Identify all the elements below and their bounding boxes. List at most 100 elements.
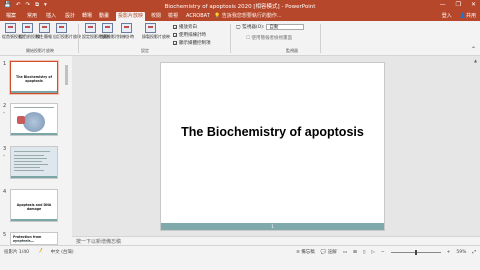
presenter-view-checkbox[interactable]: ☐ 使用簡報者檢視畫面 [246,35,292,41]
group-label-setup: 設定 [141,48,149,53]
share-button[interactable]: 👤共用 [460,12,476,19]
monitor-dropdown[interactable]: 自動 [266,24,305,30]
thumbnail-text-line [14,164,48,165]
thumbnail-text-line [14,151,50,152]
group-separator [78,24,79,53]
cell-diagram-image [23,112,45,132]
tab-file[interactable]: 檔案 [4,12,18,21]
notes-pane[interactable]: 按一下以新增備忘稿 [72,236,480,245]
thumbnail-title: Apoptosis and DNA damage [16,203,52,211]
normal-view-icon[interactable]: ▭ [343,250,347,255]
slide-title[interactable]: The Biochemistry of apoptosis [161,125,384,139]
from-beginning-label: 從首張投影片 [2,34,26,39]
tab-slideshow[interactable]: 投影片放映 [116,12,146,21]
thumbnail-heading-line [14,107,54,108]
scrollbar-thumb[interactable] [65,65,68,85]
title-bar: 💾 ↶ ↷ ⧉ ▾ Biochemistry of apoptosis 2020… [0,0,480,11]
show-media-controls-label: 顯示媒體控制項 [179,41,211,46]
zoom-level[interactable]: 59% [456,250,466,255]
tab-review[interactable]: 校閱 [149,12,163,21]
tab-acrobat[interactable]: ACROBAT [184,12,212,21]
monitor-label: 監視器(O): [242,25,265,30]
hide-slide-button[interactable]: 隱藏投影片 [99,23,119,39]
thumbnail-title: The Biochemistry of apoptosis [16,75,52,83]
thumbnail-footer-bar [11,219,57,221]
login-link[interactable]: 登入 [442,12,452,19]
fit-slide-icon[interactable]: ⤢ [472,249,476,255]
record-slideshow-button[interactable]: 錄製投影片放映 [142,23,170,39]
rehearse-timings-icon [120,23,132,33]
present-online-label: 線上簡報 [36,34,52,39]
thumbnail-text-line [14,167,40,168]
tab-transitions[interactable]: 轉場 [80,12,94,21]
slide-number: 5 [3,232,7,238]
slide-thumbnail[interactable]: The Biochemistry of apoptosis [10,61,58,94]
present-online-button[interactable]: 線上簡報 [36,23,52,39]
tab-home[interactable]: 常用 [25,12,39,21]
scroll-up-icon[interactable]: ▲ [473,58,478,63]
editor-scrollbar[interactable]: ▲ ▼ [473,58,478,241]
thumbnail-text-line [14,241,34,242]
custom-slideshow-icon [55,23,67,33]
close-icon[interactable]: ✕ [471,1,476,8]
notes-button[interactable]: ≡ 備忘稿 [296,249,315,255]
minimize-icon[interactable]: — [440,1,446,8]
ribbon: 從首張投影片 從目前投影片 線上簡報 自訂投影片放映 開始投影片放映 設定投影片… [0,21,480,56]
slide-counter: 投影片 1/40 [4,250,30,255]
custom-slideshow-button[interactable]: 自訂投影片放映 [53,23,81,39]
slide-page-number: 1 [271,224,274,229]
slide-thumbnail[interactable]: Protection from apoptosis [10,232,58,245]
current-slide[interactable]: The Biochemistry of apoptosis 1 [160,62,385,231]
play-narrations-checkbox[interactable]: ✓ 播放旁白 [173,24,197,30]
thumbnails-scrollbar[interactable] [64,60,69,240]
checkbox-box: ✓ [173,41,178,46]
from-beginning-button[interactable]: 從首張投影片 [2,23,26,39]
group-label-start-slideshow: 開始投影片放映 [26,48,54,53]
reading-view-icon[interactable]: ▯ [363,250,365,255]
setup-slideshow-icon [84,23,96,33]
setup-slideshow-button[interactable]: 設定投影片放映 [82,23,110,39]
tab-animations[interactable]: 動畫 [97,12,111,21]
record-slideshow-icon [144,23,156,33]
show-media-controls-checkbox[interactable]: ✓ 顯示媒體控制項 [173,40,211,46]
tell-me-label: 告訴我您想要執行的動作... [221,13,282,19]
restore-icon[interactable]: ❐ [456,1,461,8]
zoom-in-icon[interactable]: + [447,250,451,255]
rehearse-timings-button[interactable]: 排練計時 [118,23,134,39]
zoom-out-icon[interactable]: − [381,250,385,255]
record-slideshow-label: 錄製投影片放映 [142,34,170,39]
zoom-slider[interactable] [390,249,441,255]
from-current-button[interactable]: 從目前投影片 [19,23,43,39]
slideshow-view-icon[interactable]: ▷ [371,250,374,255]
slide-thumbnail[interactable] [10,146,58,179]
spellcheck-icon[interactable]: 📝 [37,249,43,255]
collapse-ribbon-icon[interactable]: ⌃ [471,46,476,53]
language-indicator[interactable]: 中文 (台灣) [51,249,74,255]
tab-view[interactable]: 檢視 [166,12,180,21]
comments-button-label: 註解 [327,250,337,255]
thumbnail-text-line [14,158,47,159]
checkbox-box: ✓ [173,33,178,38]
slide-thumbnail[interactable]: Apoptosis and DNA damage [10,189,58,222]
slide-thumbnail[interactable] [10,103,58,136]
slide-footer-bar: 1 [161,223,384,230]
comments-button[interactable]: 💬 註解 [321,249,337,255]
slide-thumbnails-pane: 1 The Biochemistry of apoptosis 2 * 3 * … [0,56,72,245]
animation-star: * [3,111,5,116]
thumbnail-footer-bar [11,91,57,93]
slide-number: 2 [3,103,7,109]
slideshow-start-icon [4,23,16,33]
thumbnail-text-line [14,161,42,162]
animation-star: * [3,154,5,159]
hide-slide-icon [101,23,113,33]
tell-me-search[interactable]: 💡 告訴我您想要執行的動作... [212,12,284,21]
comments-icon: 💬 [320,250,328,255]
account-area: 登入 👤共用 [442,12,476,19]
tab-insert[interactable]: 插入 [44,12,58,21]
tab-design[interactable]: 設計 [63,12,77,21]
slide-sorter-icon[interactable]: ⊞ [353,250,357,255]
slideshow-current-icon [21,23,33,33]
monitor-value: 自動 [269,25,279,30]
use-timings-checkbox[interactable]: ✓ 使用排練計時 [173,32,206,38]
group-separator [320,24,321,53]
